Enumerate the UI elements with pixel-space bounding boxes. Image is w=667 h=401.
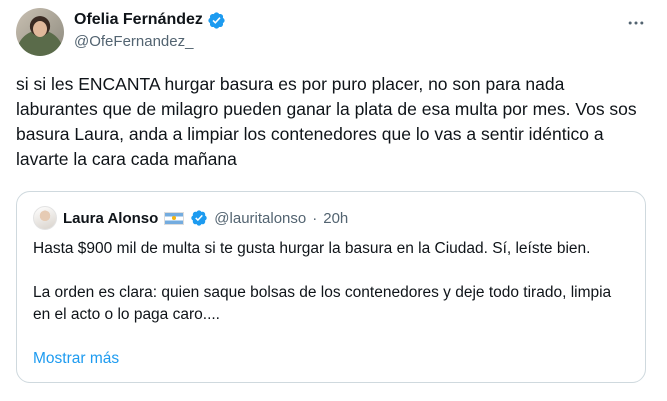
argentina-flag-icon bbox=[164, 211, 185, 225]
ellipsis-icon bbox=[628, 21, 644, 25]
quoted-author-avatar bbox=[33, 206, 57, 230]
quoted-tweet[interactable]: Laura Alonso @lauritalonso · 20h Hasta $… bbox=[16, 191, 646, 383]
author-handle[interactable]: @OfeFernandez_ bbox=[74, 32, 226, 52]
author-names: Ofelia Fernández @OfeFernandez_ bbox=[74, 10, 226, 52]
author-display-name[interactable]: Ofelia Fernández bbox=[74, 10, 203, 30]
more-options-icon[interactable] bbox=[621, 8, 651, 38]
tweet-text: si si les ENCANTA hurgar basura es por p… bbox=[16, 74, 637, 169]
show-more-link[interactable]: Mostrar más bbox=[33, 350, 119, 368]
quoted-tweet-text: Hasta $900 mil de multa si te gusta hurg… bbox=[33, 238, 627, 326]
verified-badge-icon bbox=[191, 210, 207, 226]
tweet-header: Ofelia Fernández @OfeFernandez_ bbox=[16, 8, 651, 56]
separator-dot: · bbox=[312, 209, 318, 227]
verified-badge-icon bbox=[208, 11, 225, 29]
quoted-paragraph-2: La orden es clara: quien saque bolsas de… bbox=[33, 284, 612, 323]
quoted-timestamp[interactable]: 20h bbox=[323, 210, 348, 227]
quoted-author-display-name: Laura Alonso bbox=[63, 209, 159, 227]
author-avatar[interactable] bbox=[16, 8, 64, 56]
quoted-author-handle: @lauritalonso bbox=[214, 209, 307, 227]
quoted-tweet-header: Laura Alonso @lauritalonso · 20h bbox=[33, 206, 348, 230]
quoted-paragraph-1: Hasta $900 mil de multa si te gusta hurg… bbox=[33, 240, 591, 257]
